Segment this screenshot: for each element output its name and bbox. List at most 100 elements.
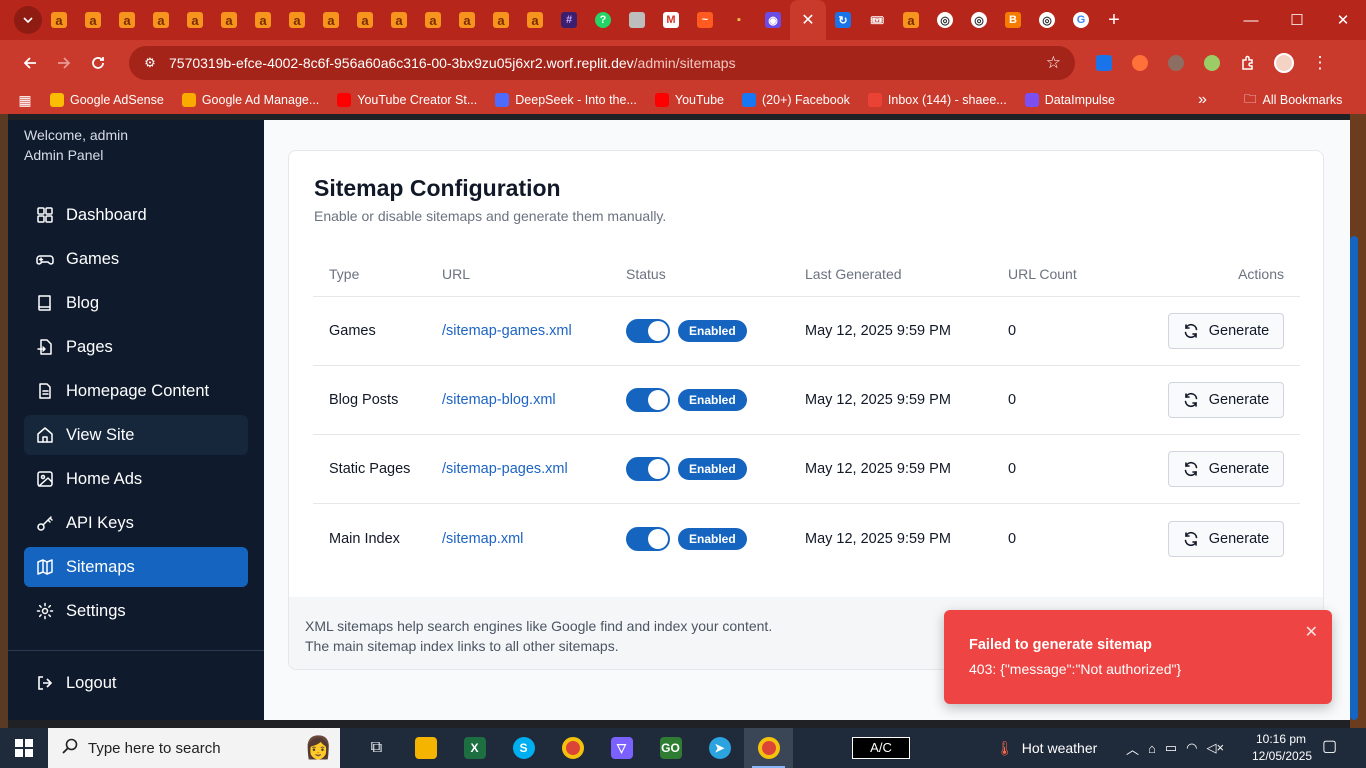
chrome-profile-button[interactable] — [744, 728, 793, 768]
tab[interactable]: 🎟 — [860, 0, 894, 40]
bookmark-item[interactable]: (20+) Facebook — [742, 93, 850, 107]
tab[interactable]: ◎ — [962, 0, 996, 40]
profile-avatar[interactable] — [1266, 53, 1302, 73]
sitemap-url-link[interactable]: /sitemap.xml — [442, 531, 523, 547]
excel-button[interactable]: X — [450, 728, 499, 768]
tab[interactable]: a — [484, 0, 518, 40]
tab[interactable]: a — [518, 0, 552, 40]
reload-button[interactable] — [81, 46, 115, 80]
tab[interactable]: a — [42, 0, 76, 40]
sidebar-item-api-keys[interactable]: API Keys — [24, 503, 248, 543]
address-bar[interactable]: ⚙ 7570319b-efce-4002-8c6f-956a60a6c316-0… — [129, 46, 1075, 80]
tab[interactable]: ↻ — [826, 0, 860, 40]
page-scrollbar[interactable] — [1350, 236, 1358, 720]
all-bookmarks[interactable]: 🗀 All Bookmarks — [1244, 90, 1342, 111]
wifi-icon[interactable]: ◠ — [1186, 740, 1197, 756]
extension-firefox-icon[interactable] — [1122, 55, 1158, 71]
generate-button[interactable]: Generate — [1168, 382, 1284, 418]
generate-button[interactable]: Generate — [1168, 313, 1284, 349]
extension-cookie-icon[interactable] — [1158, 55, 1194, 71]
ac-indicator[interactable]: A/C — [852, 737, 910, 759]
tab[interactable]: ◎ — [1030, 0, 1064, 40]
address-url[interactable]: 7570319b-efce-4002-8c6f-956a60a6c316-00-… — [169, 55, 736, 71]
logout-button[interactable]: Logout — [24, 663, 248, 703]
chevron-up-icon[interactable]: ︿ — [1126, 739, 1139, 758]
volume-icon[interactable]: ◁× — [1207, 740, 1225, 756]
sidebar-item-blog[interactable]: Blog — [24, 283, 248, 323]
tab[interactable]: a — [382, 0, 416, 40]
tab[interactable]: ◉ — [756, 0, 790, 40]
tab[interactable] — [620, 0, 654, 40]
sidebar-item-pages[interactable]: Pages — [24, 327, 248, 367]
tab[interactable]: a — [110, 0, 144, 40]
sidebar-item-view-site[interactable]: View Site — [24, 415, 248, 455]
status-toggle[interactable] — [626, 457, 670, 481]
tab[interactable]: ◎ — [928, 0, 962, 40]
tab[interactable]: a — [144, 0, 178, 40]
tab[interactable]: a — [348, 0, 382, 40]
tab[interactable]: G — [1064, 0, 1098, 40]
tab[interactable]: a — [178, 0, 212, 40]
menu-kebab-icon[interactable]: ⋮ — [1302, 53, 1338, 73]
tab[interactable]: a — [894, 0, 928, 40]
bookmark-item[interactable]: DeepSeek - Into the... — [495, 93, 637, 107]
generate-button[interactable]: Generate — [1168, 520, 1284, 557]
close-icon[interactable]: ✕ — [1305, 622, 1318, 642]
bookmark-item[interactable]: Google AdSense — [50, 93, 164, 107]
bookmark-star-icon[interactable]: ☆ — [1046, 53, 1061, 73]
sitemap-url-link[interactable]: /sitemap-blog.xml — [442, 392, 556, 408]
sidebar-item-sitemaps[interactable]: Sitemaps — [24, 547, 248, 587]
tab-search-button[interactable] — [14, 6, 42, 34]
site-info-icon[interactable]: ⚙ — [135, 55, 165, 71]
vpn-button[interactable]: ▽ — [597, 728, 646, 768]
forward-button[interactable] — [47, 46, 81, 80]
task-view-button[interactable]: ⧉ — [352, 728, 401, 768]
status-toggle[interactable] — [626, 319, 670, 343]
sidebar-item-dashboard[interactable]: Dashboard — [24, 195, 248, 235]
tab[interactable]: B — [996, 0, 1030, 40]
sitemap-url-link[interactable]: /sitemap-pages.xml — [442, 461, 568, 477]
skype-button[interactable]: S — [499, 728, 548, 768]
windows-start-button[interactable] — [0, 728, 48, 768]
apps-grid-icon[interactable]: ▦ — [0, 92, 50, 109]
tab[interactable]: a — [416, 0, 450, 40]
more-bookmarks-icon[interactable]: » — [1198, 91, 1207, 109]
notification-icon[interactable]: ▢ — [1322, 736, 1337, 756]
bookmark-item[interactable]: Inbox (144) - shaee... — [867, 93, 1007, 107]
window-close-icon[interactable]: ✕ — [1320, 0, 1366, 40]
chrome-button[interactable] — [548, 728, 597, 768]
new-tab-button[interactable]: + — [1098, 9, 1130, 32]
tab[interactable]: a — [76, 0, 110, 40]
sidebar-item-settings[interactable]: Settings — [24, 591, 248, 631]
tab[interactable]: ~ — [688, 0, 722, 40]
tab[interactable]: ▪ — [722, 0, 756, 40]
bookmark-item[interactable]: Google Ad Manage... — [181, 93, 319, 107]
maximize-icon[interactable]: ☐ — [1274, 0, 1320, 40]
generate-button[interactable]: Generate — [1168, 451, 1284, 487]
battery-icon[interactable]: ▭ — [1165, 740, 1177, 756]
tab[interactable]: a — [280, 0, 314, 40]
extension-iq-icon[interactable] — [1086, 55, 1122, 71]
network-icon[interactable]: ⌂ — [1148, 741, 1156, 756]
tab[interactable]: # — [552, 0, 586, 40]
close-icon[interactable]: ✕ — [801, 10, 814, 30]
status-toggle[interactable] — [626, 526, 670, 551]
game-launcher-button[interactable]: GO — [646, 728, 695, 768]
telegram-button[interactable]: ➤ — [695, 728, 744, 768]
status-toggle[interactable] — [626, 388, 670, 412]
tab[interactable]: a — [314, 0, 348, 40]
tab[interactable]: a — [212, 0, 246, 40]
taskbar-clock[interactable]: 10:16 pm 12/05/2025 — [1252, 731, 1312, 765]
tab-active[interactable]: ✕ — [790, 0, 826, 40]
extension-globe-icon[interactable] — [1194, 55, 1230, 71]
bookmark-item[interactable]: DataImpulse — [1024, 93, 1115, 107]
tab[interactable]: M — [654, 0, 688, 40]
minimize-icon[interactable]: — — [1228, 0, 1274, 40]
sidebar-item-homepage-content[interactable]: Homepage Content — [24, 371, 248, 411]
extensions-puzzle-icon[interactable] — [1230, 55, 1266, 71]
file-explorer-button[interactable] — [401, 728, 450, 768]
tab[interactable]: ? — [586, 0, 620, 40]
sidebar-item-games[interactable]: Games — [24, 239, 248, 279]
weather-widget[interactable]: 🌡 Hot weather — [996, 728, 1097, 768]
tab[interactable]: a — [450, 0, 484, 40]
